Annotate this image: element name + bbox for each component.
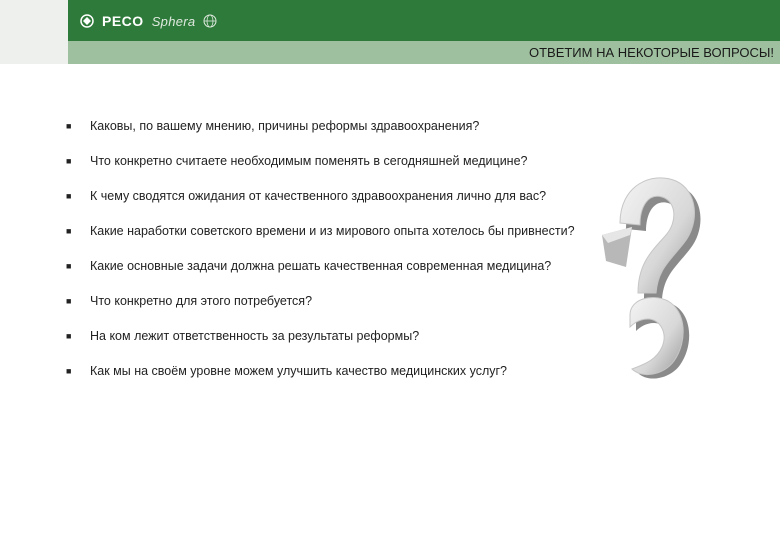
bullet-icon: ■ (66, 191, 72, 201)
question-item: ■ К чему сводятся ожидания от качественн… (62, 188, 582, 205)
bullet-icon: ■ (66, 261, 72, 271)
bullet-icon: ■ (66, 226, 72, 236)
corner-block (0, 0, 68, 64)
question-item: ■ Что конкретно считаете необходимым пом… (62, 153, 582, 170)
question-item: ■ Какие наработки советского времени и и… (62, 223, 582, 240)
question-item: ■ На ком лежит ответственность за резуль… (62, 328, 582, 345)
bullet-icon: ■ (66, 121, 72, 131)
bullet-icon: ■ (66, 366, 72, 376)
bullet-icon: ■ (66, 156, 72, 166)
question-text: На ком лежит ответственность за результа… (90, 329, 420, 343)
question-item: ■ Какие основные задачи должна решать ка… (62, 258, 582, 275)
question-text: Как мы на своём уровне можем улучшить ка… (90, 364, 508, 378)
peco-logo-mark-icon (80, 14, 94, 28)
page-title: ОТВЕТИМ НА НЕКОТОРЫЕ ВОПРОСЫ! (528, 45, 774, 60)
title-bar: ОТВЕТИМ НА НЕКОТОРЫЕ ВОПРОСЫ! (68, 41, 780, 64)
question-text: Каковы, по вашему мнению, причины реформ… (90, 119, 480, 133)
question-text: Что конкретно для этого потребуется? (90, 294, 313, 308)
question-list: ■ Каковы, по вашему мнению, причины рефо… (62, 118, 582, 380)
bullet-icon: ■ (66, 331, 72, 341)
logo-primary-text: PECO (102, 13, 144, 29)
question-text: Что конкретно считаете необходимым помен… (90, 154, 528, 168)
question-text: Какие основные задачи должна решать каче… (90, 259, 552, 273)
globe-icon (203, 14, 217, 28)
company-logo: PECO Sphera (80, 10, 217, 32)
bullet-icon: ■ (66, 296, 72, 306)
question-item: ■ Что конкретно для этого потребуется? (62, 293, 582, 310)
question-text: К чему сводятся ожидания от качественног… (90, 189, 547, 203)
logo-secondary-text: Sphera (151, 13, 196, 29)
question-text: Какие наработки советского времени и из … (90, 224, 575, 238)
question-item: ■ Каковы, по вашему мнению, причины рефо… (62, 118, 582, 135)
question-item: ■ Как мы на своём уровне можем улучшить … (62, 363, 582, 380)
question-mark-icon (602, 177, 701, 379)
